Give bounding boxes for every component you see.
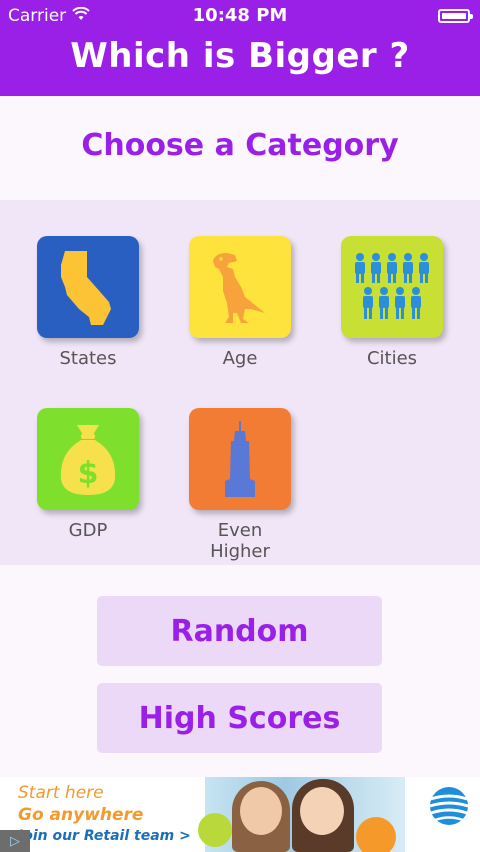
- california-state-icon: [61, 251, 111, 325]
- svg-text:$: $: [78, 456, 99, 491]
- ad-decor-ball: [198, 813, 232, 847]
- ad-banner[interactable]: Start here Go anywhere Join our Retail t…: [0, 777, 480, 852]
- ad-line3[interactable]: Join our Retail team >: [18, 828, 191, 844]
- category-age-label: Age: [222, 348, 258, 369]
- category-gdp-label: GDP: [68, 520, 108, 541]
- random-button[interactable]: Random: [97, 596, 382, 666]
- category-age-tile[interactable]: [189, 236, 291, 338]
- ad-person-face: [240, 787, 282, 835]
- ad-choices-icon[interactable]: ▷: [0, 830, 30, 852]
- category-states-tile[interactable]: [37, 236, 139, 338]
- skyscraper-icon: [225, 421, 255, 497]
- choose-category-heading: Choose a Category: [81, 128, 399, 163]
- app-title: Which is Bigger ?: [70, 36, 410, 76]
- status-bar: Carrier 10:48 PM: [0, 0, 480, 32]
- category-even-higher-tile[interactable]: [189, 408, 291, 510]
- money-bag-icon: $: [60, 425, 116, 495]
- category-even-higher-label: Even Higher: [210, 520, 270, 562]
- battery-icon: [438, 9, 473, 23]
- dinosaur-icon: [213, 253, 265, 323]
- high-scores-button[interactable]: High Scores: [97, 683, 382, 753]
- ad-person-face: [300, 787, 344, 835]
- ad-line2: Go anywhere: [18, 805, 144, 825]
- category-gdp[interactable]: $ GDP: [37, 408, 139, 541]
- people-group-icon: [355, 253, 429, 319]
- ad-line1: Start here: [18, 783, 104, 803]
- category-even-higher[interactable]: Even Higher: [189, 408, 291, 562]
- status-time: 10:48 PM: [192, 5, 288, 26]
- category-cities-label: Cities: [366, 348, 418, 369]
- category-age[interactable]: Age: [189, 236, 291, 369]
- category-states[interactable]: States: [37, 236, 139, 369]
- att-globe-icon: [428, 785, 470, 831]
- category-cities[interactable]: Cities: [341, 236, 443, 369]
- app-header: Carrier 10:48 PM Which is Bigger ?: [0, 0, 480, 96]
- ad-decor-ball: [356, 817, 396, 852]
- category-grid: States Age Cities $ GDP Even Higher: [0, 200, 480, 565]
- category-states-label: States: [59, 348, 117, 369]
- category-gdp-tile[interactable]: $: [37, 408, 139, 510]
- category-cities-tile[interactable]: [341, 236, 443, 338]
